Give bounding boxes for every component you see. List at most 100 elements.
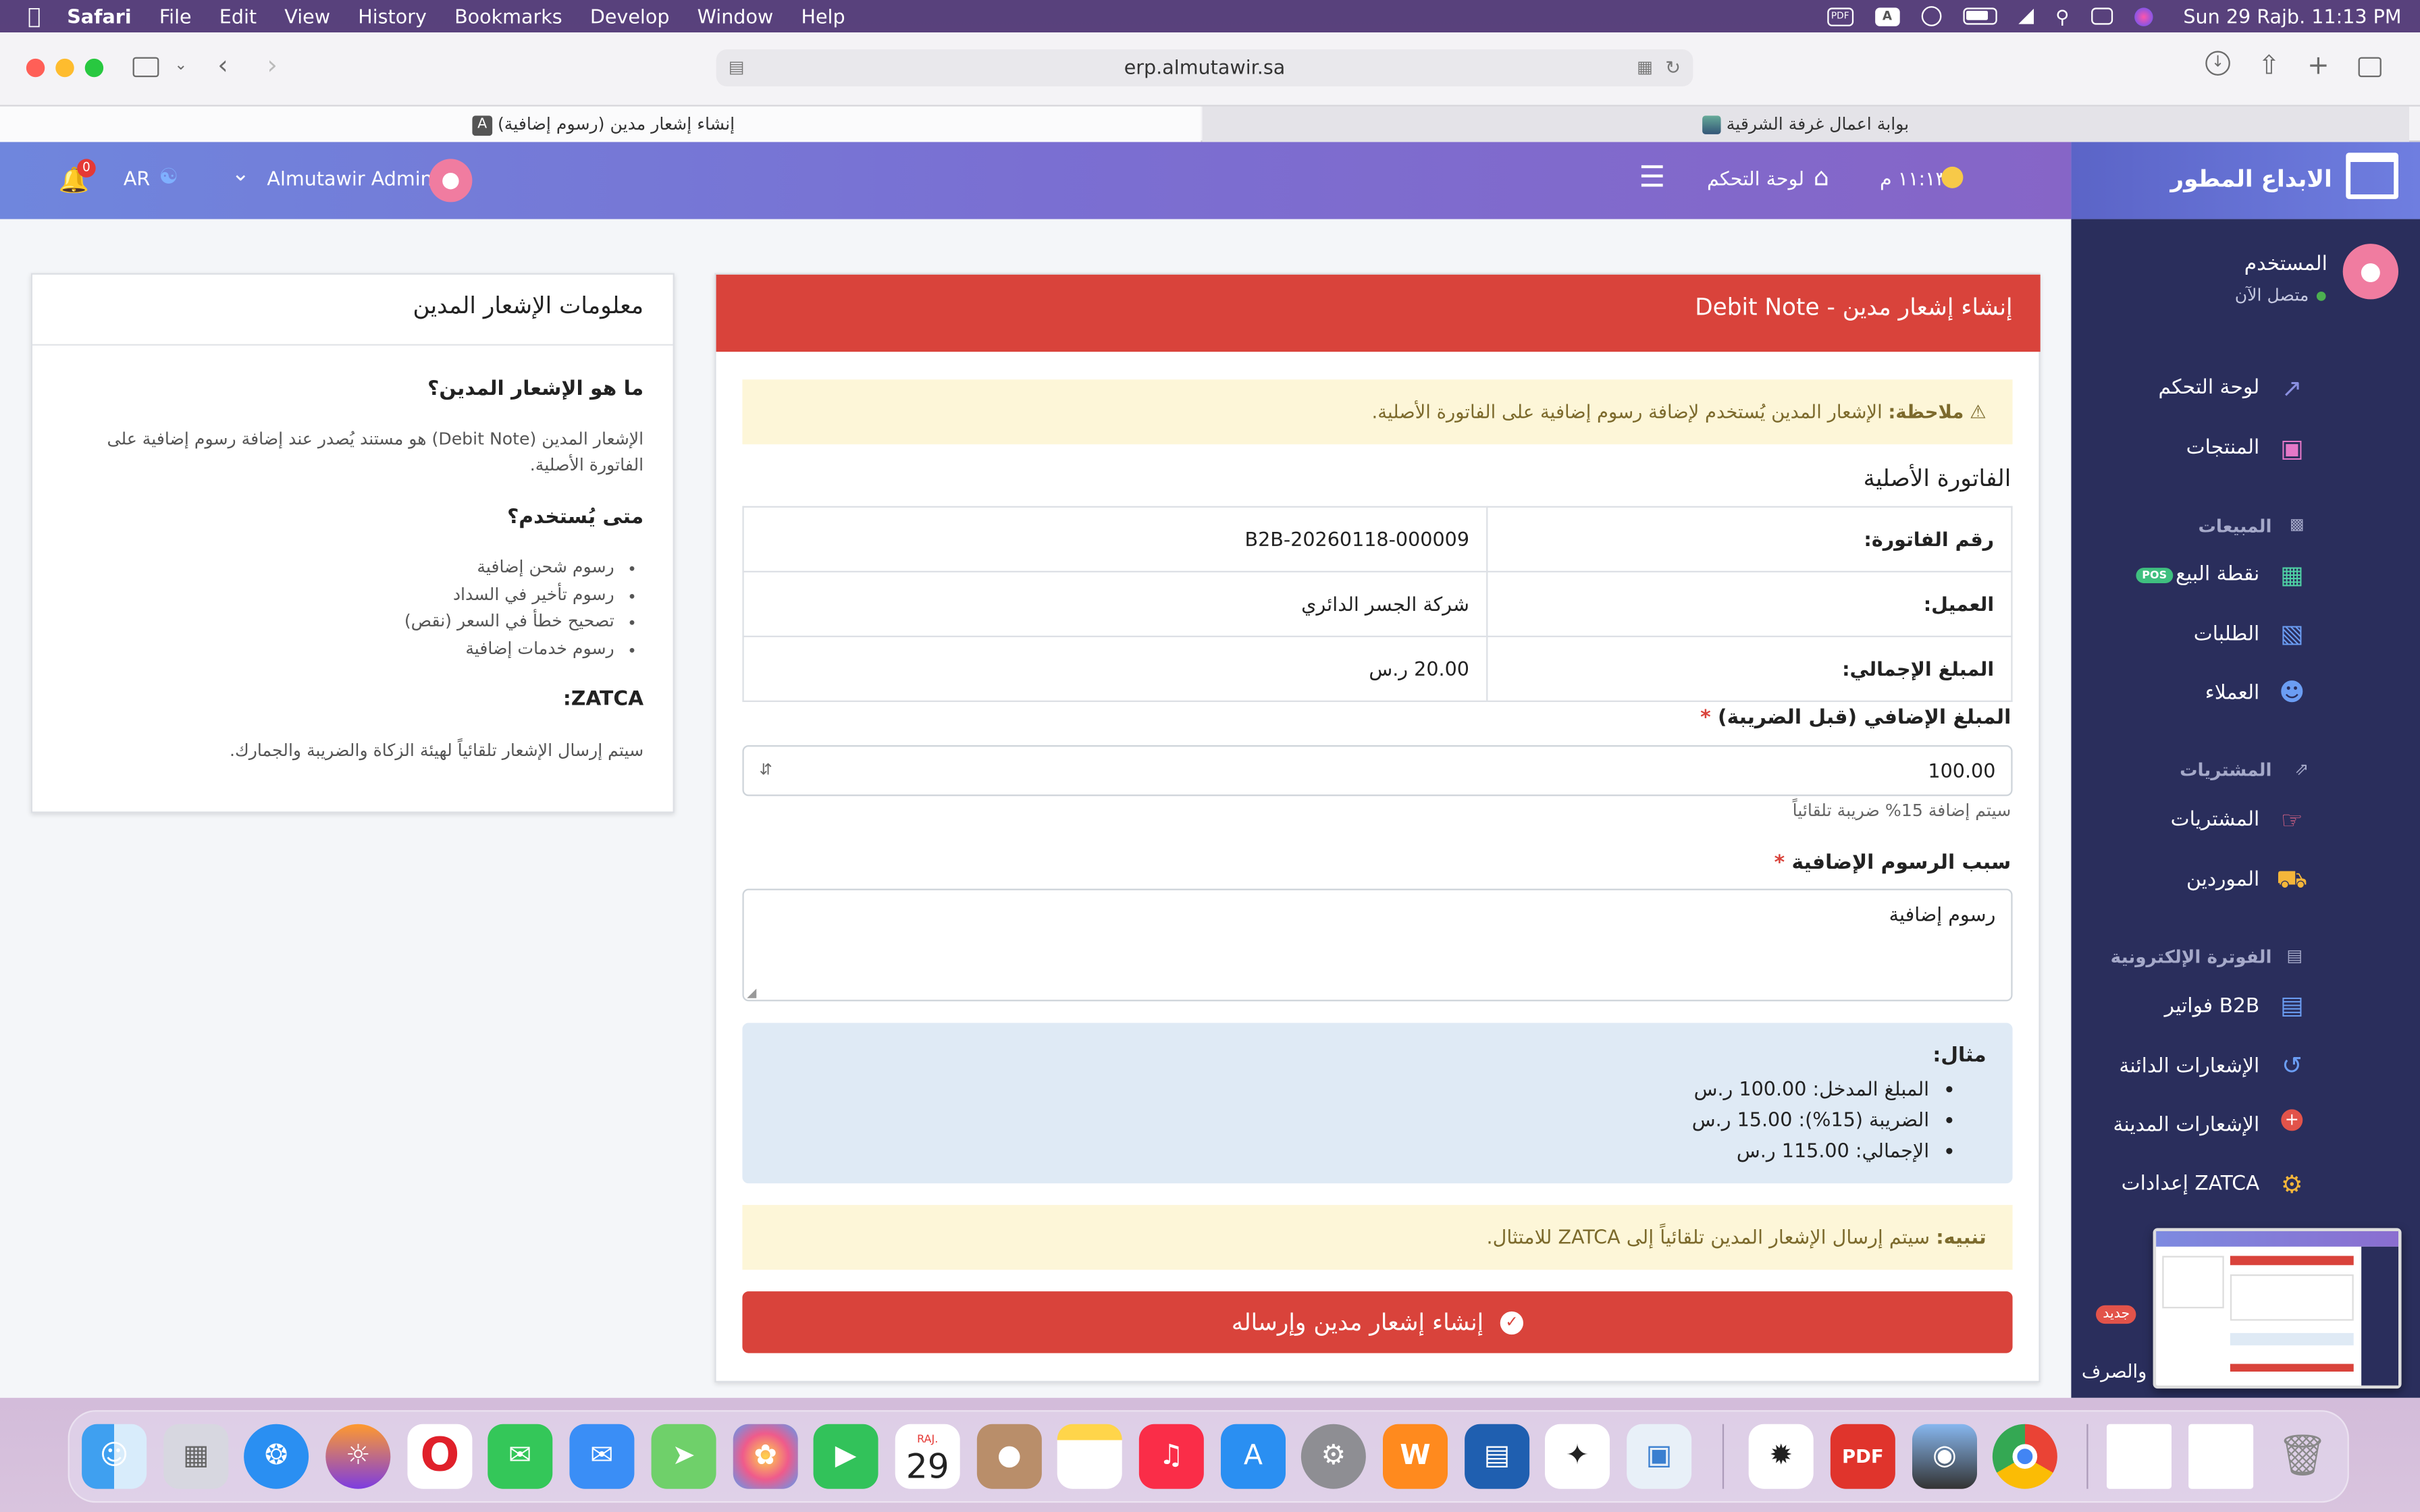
safari-icon[interactable]: ❂ <box>244 1424 309 1489</box>
sidebar-item-b2b-invoices[interactable]: فواتير B2B <box>2165 995 2260 1018</box>
launchpad-icon[interactable]: ▦ <box>163 1424 229 1489</box>
menu-window[interactable]: Window <box>698 5 774 28</box>
sidebar-item-pos[interactable]: نقطة البيع <box>2176 563 2259 586</box>
language-switcher[interactable]: AR <box>124 167 150 190</box>
amount-field-label: المبلغ الإضافي (قبل الضريبة) * <box>1700 707 2011 730</box>
new-tab-icon[interactable]: + <box>2307 51 2330 82</box>
messages-icon[interactable]: ✉ <box>488 1424 553 1489</box>
invoice-number-label: رقم الفاتورة: <box>1486 506 2013 573</box>
translate-icon[interactable]: ▦ <box>1637 49 1653 86</box>
forward-icon[interactable]: › <box>267 51 278 82</box>
wifi-icon[interactable]: ◢ <box>2018 5 2034 28</box>
photos-icon[interactable]: ✿ <box>733 1424 798 1489</box>
downloads-icon[interactable]: ↓ <box>2205 51 2230 76</box>
menu-help[interactable]: Help <box>801 5 845 28</box>
calendar-day: 29 <box>905 1449 949 1488</box>
hamburger-menu-icon[interactable]: ☰ <box>1639 161 1665 194</box>
mail-icon[interactable]: ✉ <box>569 1424 635 1489</box>
firefox-icon[interactable]: ☼ <box>325 1424 391 1489</box>
apple-menu-icon[interactable]:  <box>28 4 41 29</box>
submit-debit-note-button[interactable]: إنشاء إشعار مدين وإرساله ✓ <box>742 1291 2013 1353</box>
dashboard-link[interactable]: لوحة التحكم <box>1707 167 1804 190</box>
sidebar-item-debit-notes[interactable]: الإشعارات المدينة <box>2113 1114 2260 1137</box>
share-icon[interactable]: ⇧ <box>2258 51 2280 82</box>
home-icon[interactable]: ⌂ <box>1814 162 1829 191</box>
store-logo-icon[interactable] <box>2346 153 2399 199</box>
spotlight-search-icon[interactable]: ⚲ <box>2055 5 2069 27</box>
url-text[interactable]: erp.almutawir.sa <box>1124 55 1286 78</box>
preview-icon[interactable]: ▣ <box>1627 1424 1692 1489</box>
pdf-expert-icon[interactable]: PDF <box>1830 1424 1895 1489</box>
chrome-icon[interactable] <box>1992 1424 2057 1489</box>
user-avatar[interactable]: ● <box>429 159 473 202</box>
window-minimize-button[interactable] <box>55 58 74 78</box>
menu-develop[interactable]: Develop <box>590 5 670 28</box>
sidebar-item-partial-2[interactable]: والصرف <box>2082 1361 2147 1382</box>
chevron-down-icon[interactable]: ⌄ <box>174 51 187 82</box>
system-settings-icon[interactable]: ⚙ <box>1300 1424 1366 1489</box>
reload-icon[interactable]: ↻ <box>1665 49 1681 86</box>
number-spinner-icon[interactable]: ⇵ <box>760 747 772 794</box>
sidebar-item-purchases[interactable]: المشتريات <box>2171 809 2260 832</box>
sidebar-item-zatca-settings[interactable]: إعدادات ZATCA <box>2122 1172 2260 1195</box>
chevron-down-icon[interactable]: ⌄ <box>232 162 250 187</box>
additional-amount-input[interactable]: 100.00 ⇵ <box>742 745 2013 796</box>
siri-icon[interactable] <box>2134 7 2153 26</box>
sidebar-item-customers[interactable]: العملاء <box>2205 682 2260 705</box>
menubar-clock[interactable]: Sun 29 Rajb. 11:13 PM <box>2183 5 2401 28</box>
music-icon[interactable]: ♫ <box>1138 1424 1204 1489</box>
menu-history[interactable]: History <box>358 5 427 28</box>
sidebar-section-purchases: المشتريات <box>2180 759 2272 781</box>
window-thumbnail-preview[interactable] <box>2153 1228 2402 1389</box>
sidebar-user-avatar[interactable]: ● <box>2342 244 2399 300</box>
window-close-button[interactable] <box>26 58 45 78</box>
remote-desktop-icon[interactable]: ▤ <box>1465 1424 1530 1489</box>
brand-name[interactable]: الابداع المطور <box>2170 165 2332 193</box>
reason-textarea[interactable]: رسوم إضافية ◢ <box>742 888 2013 1002</box>
resize-handle-icon[interactable]: ◢ <box>747 986 756 1000</box>
disk-utility-icon[interactable]: ◉ <box>1912 1424 1978 1489</box>
pdf-status-icon[interactable]: PDF <box>1826 7 1853 26</box>
trash-icon[interactable]: 🗑 <box>2270 1424 2335 1489</box>
app-store-icon[interactable]: A <box>1221 1424 1286 1489</box>
tab-overview-icon[interactable] <box>2358 57 2382 78</box>
recent-document-icon[interactable] <box>2188 1424 2254 1489</box>
tab-active[interactable]: A إنشاء إشعار مدين (رسوم إضافية) <box>0 106 1201 144</box>
sidebar-toggle-icon[interactable] <box>132 57 159 78</box>
finder-icon[interactable]: ☺ <box>82 1424 147 1489</box>
sidebar-item-suppliers[interactable]: الموردين <box>2186 869 2259 892</box>
facetime-icon[interactable]: ▶ <box>813 1424 878 1489</box>
menu-view[interactable]: View <box>284 5 330 28</box>
address-bar[interactable]: ▤ erp.almutawir.sa ▦ ↻ <box>716 49 1693 86</box>
globe-icon[interactable]: ☯ <box>159 165 178 190</box>
user-menu[interactable]: Almutawir Admin <box>267 167 432 190</box>
wps-office-icon[interactable]: W <box>1383 1424 1448 1489</box>
calendar-icon[interactable]: RAJ. 29 <box>895 1424 960 1489</box>
chatgpt-helper-icon[interactable]: ✦ <box>1545 1424 1610 1489</box>
battery-icon[interactable] <box>1963 7 1997 25</box>
opera-icon[interactable]: O <box>407 1424 473 1489</box>
contacts-icon[interactable]: ● <box>976 1424 1042 1489</box>
back-icon[interactable]: ‹ <box>217 51 228 82</box>
page-settings-icon[interactable]: ▤ <box>729 49 745 86</box>
recent-document-icon[interactable] <box>2107 1424 2172 1489</box>
maps-icon[interactable]: ➤ <box>651 1424 716 1489</box>
chatgpt-icon[interactable]: ✹ <box>1748 1424 1814 1489</box>
input-source-icon[interactable]: A <box>1874 7 1900 26</box>
tab-favicon: A <box>472 115 493 136</box>
notes-icon[interactable] <box>1057 1424 1122 1489</box>
debit-note-info-card: معلومات الإشعار المدين ما هو الإشعار الم… <box>30 273 675 813</box>
tab-inactive[interactable]: بوابة اعمال غرفة الشرقية <box>1202 106 2410 144</box>
menu-app-name[interactable]: Safari <box>67 5 131 28</box>
sidebar-item-credit-notes[interactable]: الإشعارات الدائنة <box>2119 1055 2259 1078</box>
control-center-icon[interactable] <box>2090 7 2113 25</box>
menu-bookmarks[interactable]: Bookmarks <box>454 5 562 28</box>
tab-title: بوابة اعمال غرفة الشرقية <box>1726 114 1910 134</box>
menu-edit[interactable]: Edit <box>219 5 257 28</box>
user-circle-icon[interactable] <box>1921 6 1942 26</box>
window-zoom-button[interactable] <box>84 58 104 78</box>
sidebar-item-orders[interactable]: الطلبات <box>2194 623 2260 646</box>
sidebar-item-dashboard[interactable]: لوحة التحكم <box>2158 377 2259 400</box>
sidebar-item-products[interactable]: المنتجات <box>2186 437 2260 460</box>
menu-file[interactable]: File <box>159 5 192 28</box>
